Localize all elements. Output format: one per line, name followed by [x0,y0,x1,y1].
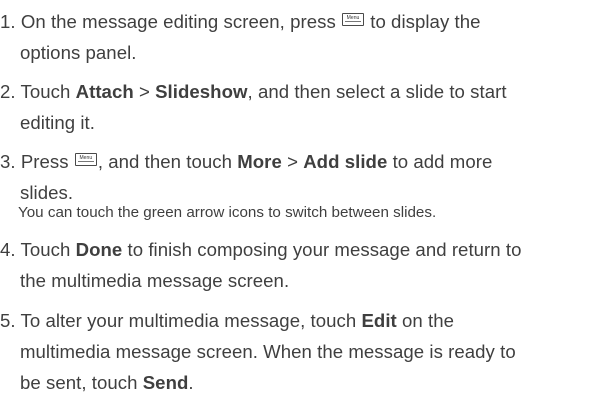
done-term: Done [75,239,123,260]
step-1-number: 1. [0,11,16,32]
step-2-text-a: Touch [20,81,71,102]
step-1-line-2: options panel. [20,42,137,63]
step-2: 2. Touch Attach > Slideshow, and then se… [0,76,592,138]
step-5-text-a: To alter your multimedia message, touch [20,310,357,331]
step-2-text-b: , and then select a slide to start [247,81,507,102]
step-3-text-b: , and then touch [97,151,232,172]
send-term: Send [142,372,189,393]
step-1: 1. On the message editing screen, press … [0,6,592,68]
edit-term: Edit [361,310,397,331]
step-5-line-1: 5. To alter your multimedia message, tou… [0,305,592,336]
step-3: 3. Press Menu, and then touch More > Add… [0,146,592,208]
step-3-text-c: to add more [392,151,493,172]
step-5-line-2: multimedia message screen. When the mess… [20,341,516,362]
step-2-line-1: 2. Touch Attach > Slideshow, and then se… [0,76,592,107]
attach-term: Attach [75,81,134,102]
step-3-number: 3. [0,151,16,172]
menu-key-icon: Menu [342,13,365,26]
step-2-sep: > [138,81,150,102]
step-2-number: 2. [0,81,16,102]
step-4-line-1: 4. Touch Done to finish composing your m… [0,234,592,265]
more-term: More [237,151,282,172]
step-5: 5. To alter your multimedia message, tou… [0,305,592,398]
instruction-document: 1. On the message editing screen, press … [0,0,592,418]
step-5-text-e: . [188,372,194,393]
step-5-number: 5. [0,310,16,331]
step-3-line-1: 3. Press Menu, and then touch More > Add… [0,146,592,177]
step-4: 4. Touch Done to finish composing your m… [0,234,592,296]
step-5-line-3: be sent, touch Send. [0,367,592,398]
step-3-text-a: Press [20,151,69,172]
menu-key-icon: Menu [74,153,97,166]
step-4-text-b: to finish composing your message and ret… [127,239,522,260]
add-slide-term: Add slide [303,151,388,172]
step-5-text-b: on the [402,310,455,331]
step-1-text-a: On the message editing screen, press [20,11,336,32]
step-3-note: You can touch the green arrow icons to s… [18,204,437,221]
step-2-line-2: editing it. [20,112,95,133]
step-4-line-2: the multimedia message screen. [20,270,290,291]
step-5-text-d: be sent, touch [20,372,138,393]
step-3-sep: > [287,151,298,172]
step-4-text-a: Touch [20,239,71,260]
step-1-text-b: to display the [370,11,481,32]
slideshow-term: Slideshow [155,81,248,102]
step-4-number: 4. [0,239,16,260]
step-1-line-1: 1. On the message editing screen, press … [0,6,592,37]
